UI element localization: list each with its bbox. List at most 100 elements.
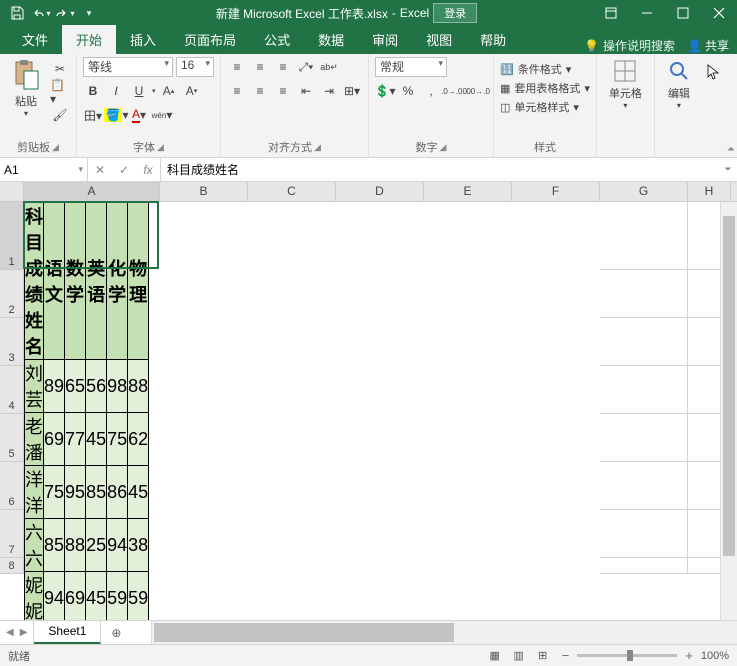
number-launcher[interactable]: ◢ xyxy=(440,142,447,153)
empty-cell[interactable] xyxy=(600,414,688,462)
login-button[interactable]: 登录 xyxy=(433,3,477,23)
col-header-a[interactable]: A xyxy=(24,182,160,201)
find-select-button[interactable]: 编辑▾ xyxy=(661,57,697,112)
data-cell[interactable]: 94 xyxy=(107,519,128,572)
format-painter-button[interactable]: 🖌 xyxy=(50,105,70,125)
view-normal-button[interactable]: ▦ xyxy=(484,647,506,665)
row-header-8[interactable]: 8 xyxy=(0,558,24,574)
data-cell[interactable]: 25 xyxy=(86,519,107,572)
align-middle-button[interactable]: ≡ xyxy=(250,57,270,77)
close-button[interactable] xyxy=(701,0,737,26)
data-cell[interactable]: 88 xyxy=(128,360,149,413)
data-cell[interactable]: 94 xyxy=(44,572,65,621)
table-format-button[interactable]: ▦套用表格格式▾ xyxy=(500,80,590,96)
save-button[interactable] xyxy=(6,2,28,24)
scrollbar-thumb[interactable] xyxy=(154,623,454,642)
name-cell[interactable]: 妮妮 xyxy=(25,572,44,621)
empty-cell[interactable] xyxy=(600,510,688,558)
ribbon-options-button[interactable] xyxy=(593,0,629,26)
tab-layout[interactable]: 页面布局 xyxy=(170,25,250,54)
name-cell[interactable]: 刘芸 xyxy=(25,360,44,413)
col-header-g[interactable]: G xyxy=(600,182,688,201)
data-cell[interactable]: 62 xyxy=(128,413,149,466)
data-cell[interactable]: 69 xyxy=(65,572,86,621)
zoom-slider[interactable] xyxy=(577,654,677,657)
cells-format-button[interactable]: 单元格▾ xyxy=(603,57,648,112)
col-header-d[interactable]: D xyxy=(336,182,424,201)
orientation-button[interactable]: ⤢▾ xyxy=(296,57,316,77)
row-header-6[interactable]: 6 xyxy=(0,462,24,510)
undo-button[interactable]: ▾ xyxy=(30,2,52,24)
clipboard-launcher[interactable]: ◢ xyxy=(52,142,59,153)
row-header-2[interactable]: 2 xyxy=(0,270,24,318)
phonetic-button[interactable]: wén▾ xyxy=(152,105,172,125)
data-cell[interactable]: 38 xyxy=(128,519,149,572)
wrap-text-button[interactable]: ab↵ xyxy=(319,57,339,77)
data-cell[interactable]: 45 xyxy=(128,466,149,519)
maximize-button[interactable] xyxy=(665,0,701,26)
enter-formula-button[interactable]: ✓ xyxy=(112,163,136,177)
vertical-scrollbar[interactable] xyxy=(720,202,737,620)
col-header-h[interactable]: H xyxy=(688,182,731,201)
increase-indent-button[interactable]: ⇥ xyxy=(319,81,339,101)
increase-decimal-button[interactable]: .0→.00 xyxy=(444,81,464,101)
collapse-ribbon-button[interactable]: ⏶ xyxy=(727,144,735,155)
qat-customize[interactable]: ▾ xyxy=(78,2,100,24)
data-cell[interactable]: 56 xyxy=(86,360,107,413)
fill-color-button[interactable]: 🪣▾ xyxy=(106,105,126,125)
percent-button[interactable]: % xyxy=(398,81,418,101)
expand-formula-bar-button[interactable]: ⏷ xyxy=(719,158,737,181)
align-launcher[interactable]: ◢ xyxy=(314,142,321,153)
tab-help[interactable]: 帮助 xyxy=(466,25,520,54)
tab-insert[interactable]: 插入 xyxy=(116,25,170,54)
data-cell[interactable]: 98 xyxy=(107,360,128,413)
data-cell[interactable]: 89 xyxy=(44,360,65,413)
view-page-break-button[interactable]: ⊞ xyxy=(532,647,554,665)
sheet-nav-prev[interactable]: ◀ xyxy=(6,627,14,638)
minimize-button[interactable] xyxy=(629,0,665,26)
tab-data[interactable]: 数据 xyxy=(304,25,358,54)
align-left-button[interactable]: ≡ xyxy=(227,81,247,101)
data-cell[interactable]: 59 xyxy=(128,572,149,621)
zoom-out-button[interactable]: − xyxy=(562,648,570,663)
col-header-e[interactable]: E xyxy=(424,182,512,201)
header-cell[interactable]: 化学 xyxy=(107,203,128,360)
decrease-font-button[interactable]: A▾ xyxy=(182,81,202,101)
zoom-level[interactable]: 100% xyxy=(701,650,729,662)
currency-button[interactable]: 💲▾ xyxy=(375,81,395,101)
font-launcher[interactable]: ◢ xyxy=(157,142,164,153)
border-button[interactable]: 田▾ xyxy=(83,105,103,125)
paste-button[interactable]: 粘贴 ▾ xyxy=(6,57,46,120)
name-cell[interactable]: 洋洋 xyxy=(25,466,44,519)
tell-me-search[interactable]: 💡 操作说明搜索 xyxy=(584,37,675,54)
decrease-indent-button[interactable]: ⇤ xyxy=(296,81,316,101)
col-header-b[interactable]: B xyxy=(160,182,248,201)
data-cell[interactable]: 59 xyxy=(107,572,128,621)
underline-button[interactable]: U xyxy=(129,81,149,101)
cell-styles-button[interactable]: ◫单元格样式▾ xyxy=(500,99,579,115)
data-cell[interactable]: 69 xyxy=(44,413,65,466)
align-center-button[interactable]: ≡ xyxy=(250,81,270,101)
tab-review[interactable]: 审阅 xyxy=(358,25,412,54)
empty-cell[interactable] xyxy=(600,270,688,318)
header-cell[interactable]: 物理 xyxy=(128,203,149,360)
empty-cell[interactable] xyxy=(600,462,688,510)
data-cell[interactable]: 85 xyxy=(44,519,65,572)
data-cell[interactable]: 45 xyxy=(86,413,107,466)
header-cell[interactable]: 科目成绩姓名 xyxy=(25,203,44,360)
cancel-formula-button[interactable]: ✕ xyxy=(88,163,112,177)
share-button[interactable]: 👤 共享 xyxy=(687,37,729,54)
align-top-button[interactable]: ≡ xyxy=(227,57,247,77)
data-cell[interactable]: 95 xyxy=(65,466,86,519)
data-cell[interactable]: 75 xyxy=(107,413,128,466)
zoom-in-button[interactable]: + xyxy=(685,648,693,663)
sheet-tab-sheet1[interactable]: Sheet1 xyxy=(34,621,101,644)
data-cell[interactable]: 77 xyxy=(65,413,86,466)
font-color-button[interactable]: A▾ xyxy=(129,105,149,125)
header-cell[interactable]: 英语 xyxy=(86,203,107,360)
italic-button[interactable]: I xyxy=(106,81,126,101)
redo-button[interactable]: ▾ xyxy=(54,2,76,24)
align-bottom-button[interactable]: ≡ xyxy=(273,57,293,77)
comma-button[interactable]: , xyxy=(421,81,441,101)
empty-cell[interactable] xyxy=(600,366,688,414)
